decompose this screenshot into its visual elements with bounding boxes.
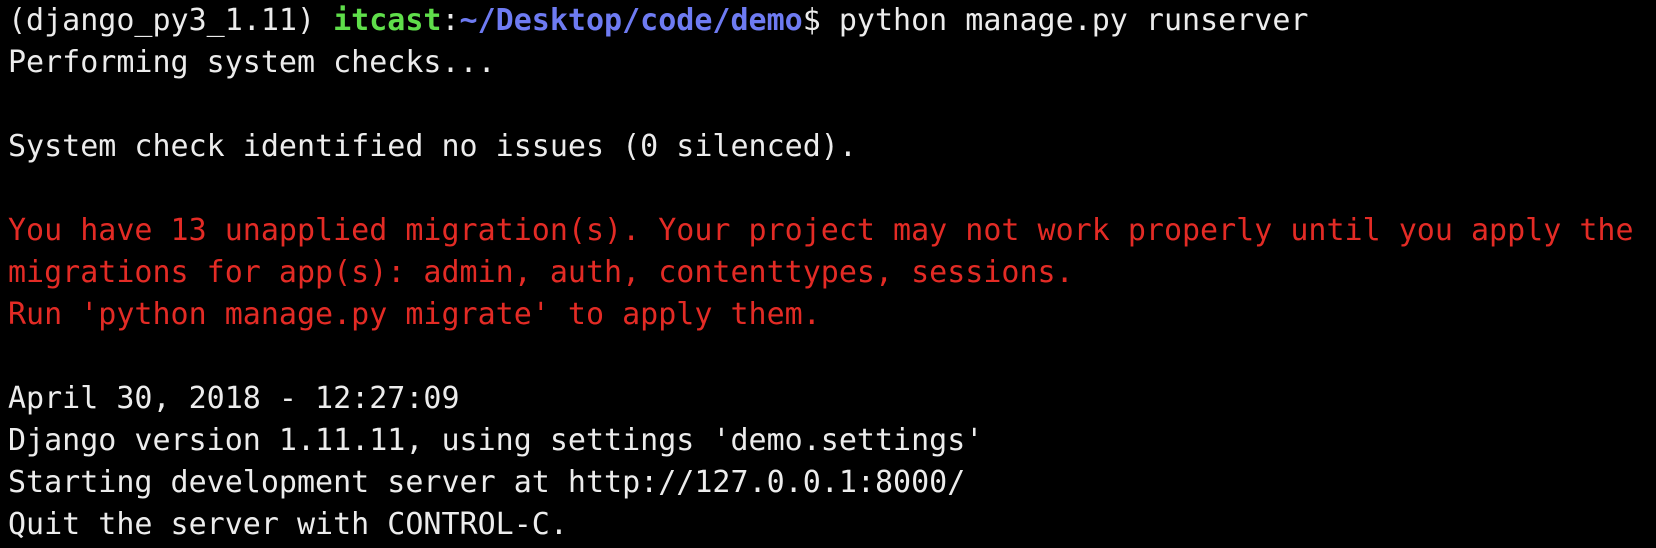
output-django-version: Django version 1.11.11, using settings '… xyxy=(8,423,984,458)
migration-warning-line-2: migrations for app(s): admin, auth, cont… xyxy=(8,255,1074,290)
prompt-separator: : xyxy=(441,3,460,38)
prompt-line: (django_py3_1.11) itcast:~/Desktop/code/… xyxy=(8,0,1648,42)
virtualenv-name: (django_py3_1.11) xyxy=(8,3,334,38)
output-timestamp: April 30, 2018 - 12:27:09 xyxy=(8,381,460,416)
migration-warning-line-3: Run 'python manage.py migrate' to apply … xyxy=(8,297,821,332)
terminal-window[interactable]: (django_py3_1.11) itcast:~/Desktop/code/… xyxy=(0,0,1656,548)
migration-warning-line-1: You have 13 unapplied migration(s). Your… xyxy=(8,213,1634,248)
prompt-user: itcast xyxy=(333,3,442,38)
command-text: python manage.py runserver xyxy=(838,3,1309,38)
output-check-result: System check identified no issues (0 sil… xyxy=(8,129,857,164)
prompt-symbol: $ xyxy=(802,3,839,38)
output-server-start: Starting development server at http://12… xyxy=(8,465,966,500)
prompt-path: ~/Desktop/code/demo xyxy=(459,3,803,38)
output-quit-hint: Quit the server with CONTROL-C. xyxy=(8,507,568,542)
output-performing-checks: Performing system checks... xyxy=(8,45,496,80)
